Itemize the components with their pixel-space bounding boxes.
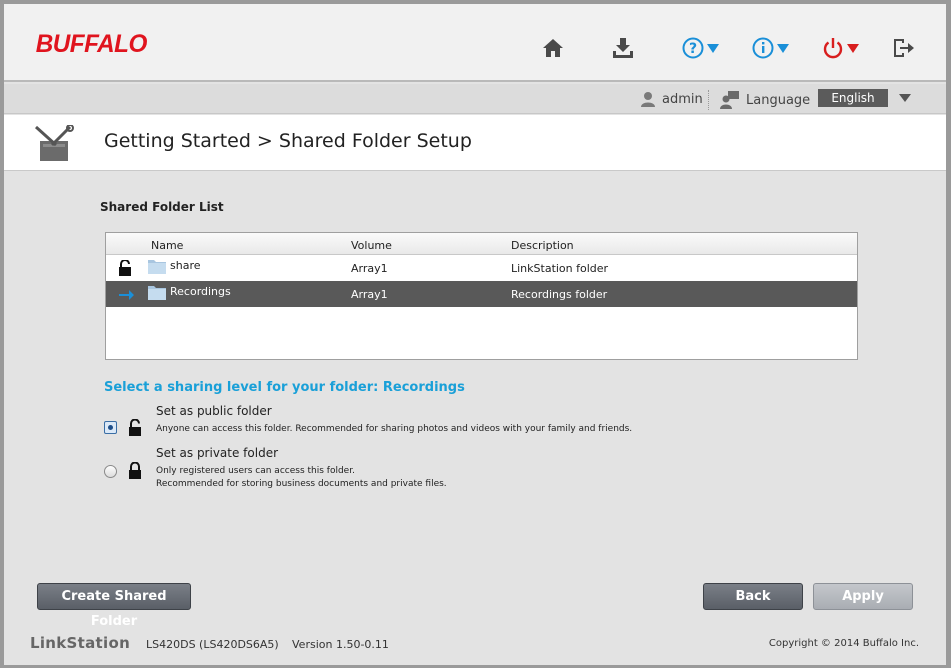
folder-name: Recordings	[170, 285, 231, 298]
table-row-selected[interactable]: Recordings Array1 Recordings folder	[106, 281, 857, 307]
folder-icon	[148, 260, 166, 274]
divider	[708, 90, 709, 110]
help-icon: ?	[682, 37, 704, 59]
chevron-down-icon	[777, 43, 789, 53]
lock-closed-icon	[129, 462, 141, 479]
power-menu[interactable]	[822, 34, 859, 62]
table-row[interactable]: share Array1 LinkStation folder	[106, 255, 857, 281]
column-header-name[interactable]: Name	[151, 239, 183, 252]
option-title: Set as private folder	[156, 446, 279, 460]
option-description: Anyone can access this folder. Recommend…	[156, 424, 633, 434]
option-description: Only registered users can access this fo…	[156, 465, 447, 491]
top-header: BUFFALO ?	[4, 4, 946, 82]
info-menu[interactable]	[752, 34, 789, 62]
column-header-volume[interactable]: Volume	[351, 239, 392, 252]
copyright: Copyright © 2014 Buffalo Inc.	[768, 638, 919, 649]
apply-button[interactable]: Apply	[813, 583, 913, 610]
linkstation-brand: LinkStation	[30, 634, 131, 652]
app-window: BUFFALO ? admin Language English Getting…	[0, 0, 951, 668]
chevron-down-icon[interactable]	[899, 94, 911, 102]
column-header-description[interactable]: Description	[511, 239, 574, 252]
private-folder-radio[interactable]	[104, 465, 117, 478]
firmware-version: Version 1.50-0.11	[292, 638, 389, 651]
svg-text:?: ?	[689, 41, 697, 57]
buffalo-logo: BUFFALO	[35, 30, 148, 58]
user-indicator[interactable]: admin	[640, 91, 703, 107]
folder-description: LinkStation folder	[511, 262, 609, 275]
create-shared-folder-button[interactable]: Create Shared Folder	[37, 583, 191, 629]
language-label-group: Language	[720, 91, 810, 109]
table-header: Name Volume Description	[106, 233, 857, 255]
option-description-line: Only registered users can access this fo…	[156, 466, 355, 476]
device-model: LS420DS (LS420DS6A5)	[146, 638, 279, 651]
language-icon	[720, 91, 739, 109]
language-select[interactable]: English	[818, 89, 888, 107]
logout-icon[interactable]	[892, 34, 916, 62]
section-title: Shared Folder List	[100, 200, 224, 214]
folder-volume: Array1	[351, 262, 388, 275]
help-menu[interactable]: ?	[682, 34, 719, 62]
chevron-down-icon	[707, 43, 719, 53]
user-bar: admin Language English	[4, 84, 946, 114]
footer: LinkStation LS420DS (LS420DS6A5) Version…	[4, 634, 946, 656]
download-icon[interactable]	[612, 34, 634, 62]
language-label: Language	[746, 92, 811, 108]
page-title: Getting Started > Shared Folder Setup	[104, 130, 472, 152]
info-icon	[752, 37, 774, 59]
public-folder-radio[interactable]	[104, 421, 117, 434]
option-description-line: Recommended for storing business documen…	[156, 479, 447, 489]
lock-open-icon	[129, 419, 141, 436]
toolbox-icon	[34, 125, 74, 161]
folder-volume: Array1	[351, 288, 388, 301]
shared-folder-table: Name Volume Description share Array1 Lin…	[105, 232, 858, 360]
power-icon	[823, 38, 843, 59]
page-title-bar: Getting Started > Shared Folder Setup	[4, 115, 946, 171]
folder-name: share	[170, 259, 201, 272]
folder-description: Recordings folder	[511, 288, 608, 301]
arrow-right-icon	[119, 290, 134, 300]
option-title: Set as public folder	[156, 404, 272, 418]
home-icon[interactable]	[542, 34, 564, 62]
lock-open-icon	[119, 260, 131, 276]
username: admin	[662, 91, 703, 107]
chevron-down-icon	[847, 43, 859, 53]
user-icon	[641, 92, 655, 107]
back-button[interactable]: Back	[703, 583, 803, 610]
folder-icon	[148, 286, 166, 300]
sharing-level-title: Select a sharing level for your folder: …	[104, 380, 465, 395]
